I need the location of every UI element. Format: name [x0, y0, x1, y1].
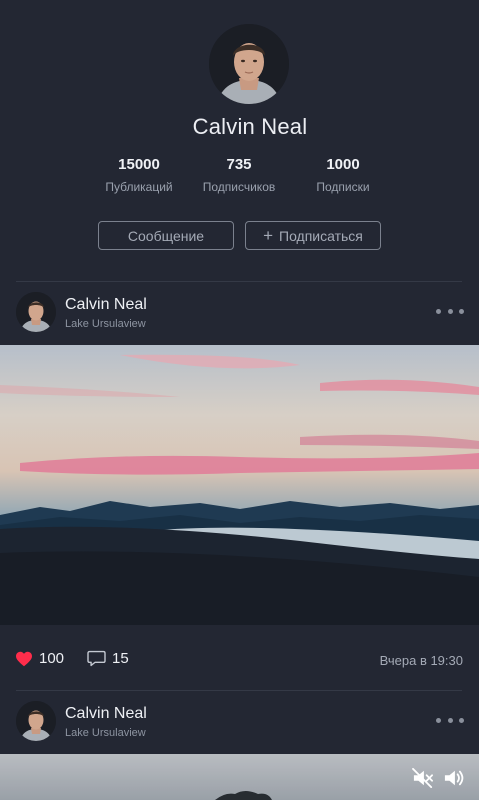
post-photo[interactable] [0, 345, 479, 625]
author-avatar[interactable] [16, 701, 56, 741]
subscribe-button-label: Подписаться [279, 227, 363, 244]
author-name[interactable]: Calvin Neal [65, 705, 147, 723]
stat-following-value: 1000 [326, 156, 360, 173]
divider [16, 281, 462, 282]
stat-following-label: Подписки [316, 180, 370, 194]
stat-followers-value: 735 [226, 156, 252, 173]
author-name[interactable]: Calvin Neal [65, 296, 147, 314]
post-header: Calvin Neal Lake Ursulaview [0, 701, 479, 753]
message-button[interactable]: Сообщение [98, 221, 234, 250]
more-icon[interactable] [436, 304, 464, 318]
post-time: Вчера в 19:30 [379, 653, 463, 668]
author-location[interactable]: Lake Ursulaview [65, 318, 146, 330]
post-header: Calvin Neal Lake Ursulaview [0, 292, 479, 344]
post-video[interactable] [0, 754, 479, 800]
divider [16, 690, 462, 691]
stat-following[interactable]: 1000 Подписки [283, 156, 403, 194]
avatar-portrait [16, 292, 56, 332]
video-preview [0, 754, 479, 800]
mute-icon[interactable] [412, 768, 434, 788]
profile-header: Calvin Neal 15000 Публикаций 735 Подписч… [0, 0, 479, 282]
subscribe-button[interactable]: + Подписаться [245, 221, 381, 250]
more-icon[interactable] [436, 713, 464, 727]
like-count: 100 [39, 650, 65, 667]
heart-icon [16, 651, 32, 666]
stat-followers[interactable]: 735 Подписчиков [179, 156, 299, 194]
avatar-portrait [16, 701, 56, 741]
like-button[interactable]: 100 [15, 650, 64, 667]
profile-feed-screen: Calvin Neal 15000 Публикаций 735 Подписч… [0, 0, 479, 800]
profile-name: Calvin Neal [192, 114, 308, 139]
comment-icon [87, 650, 106, 667]
volume-icon[interactable] [443, 768, 465, 788]
stat-followers-label: Подписчиков [202, 180, 276, 194]
plus-icon: + [263, 226, 274, 245]
avatar-portrait [209, 24, 289, 104]
comment-count: 15 [112, 650, 129, 667]
landscape-photo [0, 345, 479, 625]
post-actions: 100 15 Вчера в 19:30 [0, 648, 479, 672]
author-avatar[interactable] [16, 292, 56, 332]
author-location[interactable]: Lake Ursulaview [65, 727, 146, 739]
profile-avatar[interactable] [209, 24, 289, 104]
comment-button[interactable]: 15 [87, 650, 129, 667]
